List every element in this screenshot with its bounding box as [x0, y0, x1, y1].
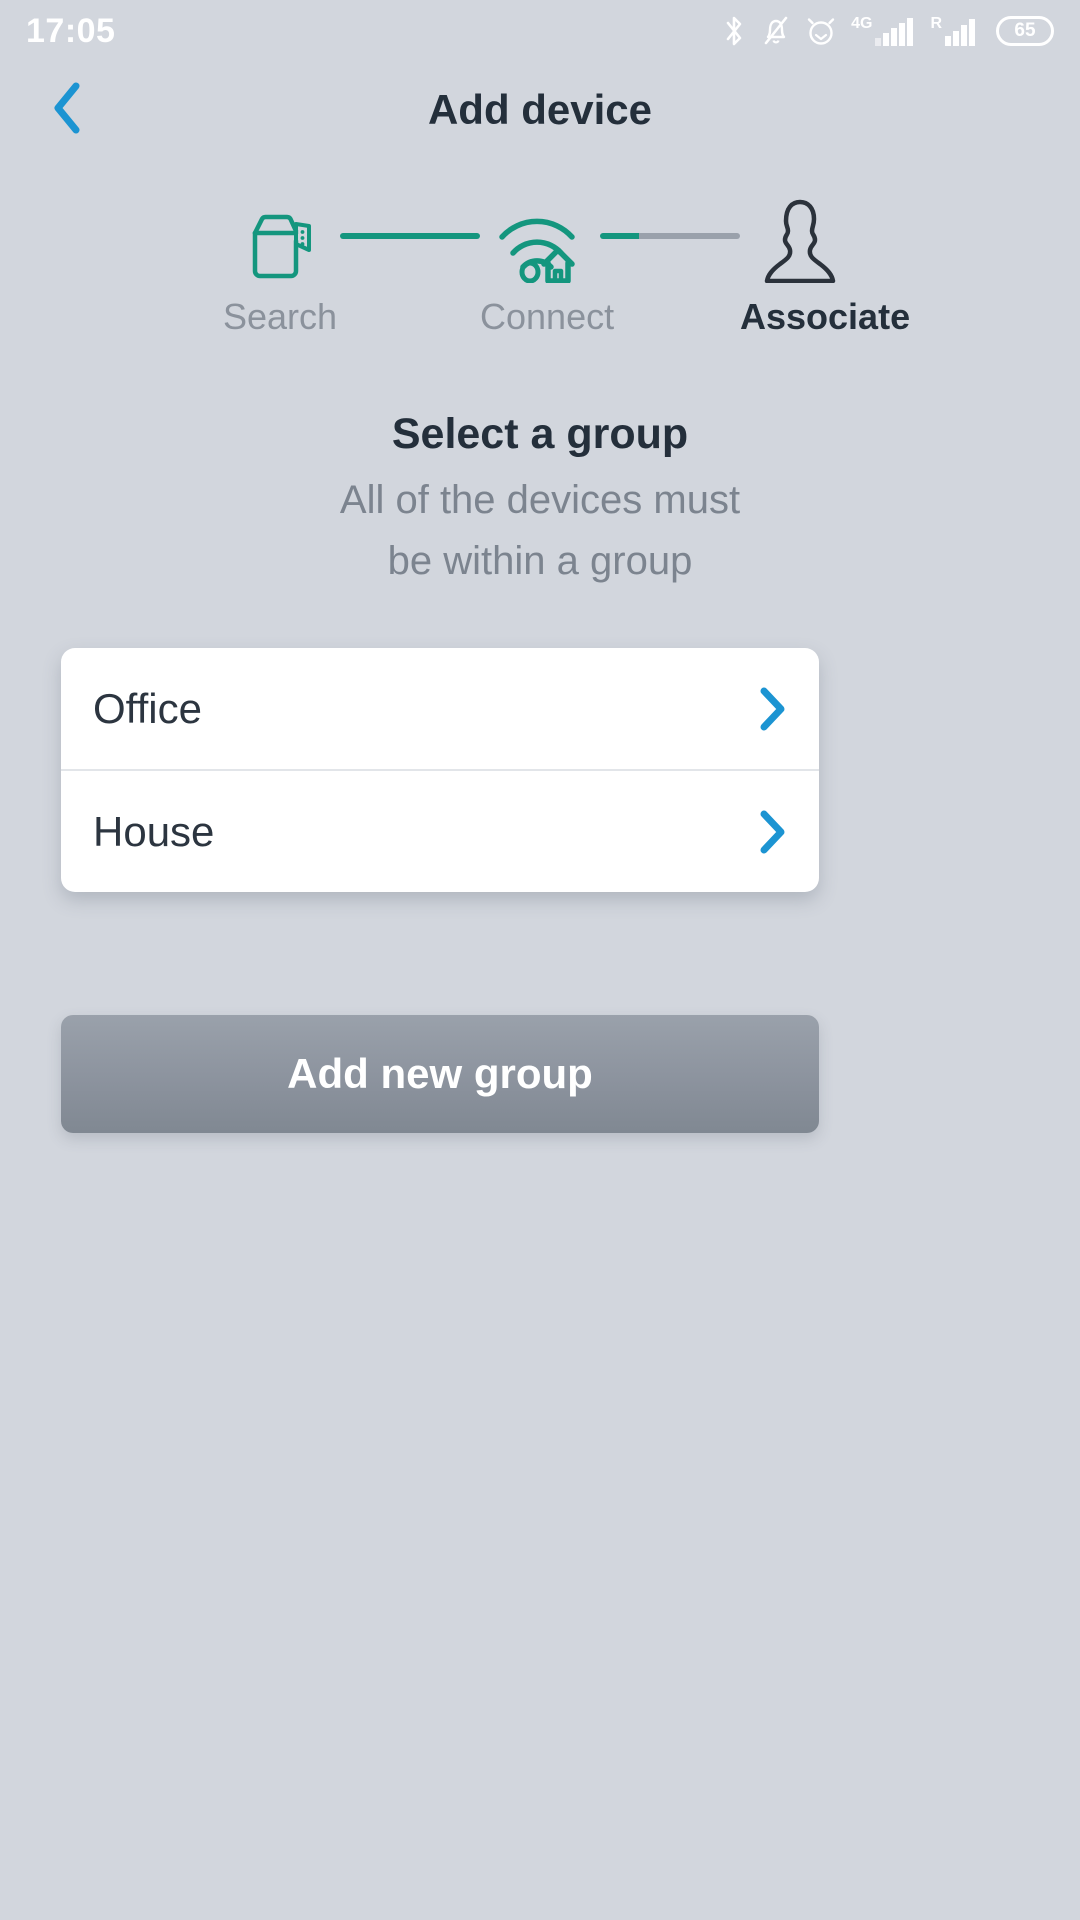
status-bar: 17:05 4G R 65: [0, 0, 1080, 62]
stepper-step-search: [220, 190, 340, 288]
person-icon: [758, 193, 842, 288]
roaming-label: R: [930, 15, 942, 32]
stepper-step-associate: [740, 190, 860, 288]
connector-pending-segment: [639, 233, 740, 239]
package-box-icon: [241, 203, 319, 288]
connector-done-segment: [600, 233, 640, 239]
group-list-card: Office House: [61, 648, 819, 892]
section-subtitle-line-2: be within a group: [387, 538, 693, 583]
stepper-icons-row: [0, 190, 1080, 288]
stepper-label-associate: Associate: [740, 296, 911, 337]
app-header: Add device: [0, 70, 1080, 150]
stepper-labels-row: Search Connect Associate: [0, 292, 1080, 342]
status-bar-clock: 17:05: [26, 12, 116, 50]
add-new-group-button[interactable]: Add new group: [61, 1015, 819, 1133]
group-name-label: Office: [93, 684, 202, 732]
wifi-home-icon: [492, 197, 588, 288]
battery-icon: 65: [996, 16, 1054, 46]
group-list-item-office[interactable]: Office: [61, 648, 819, 769]
connector-partial-bar: [600, 233, 740, 239]
chevron-right-icon[interactable]: [755, 808, 789, 856]
section-title: Select a group: [391, 410, 689, 458]
stepper-connector-2: [600, 233, 740, 239]
stepper-label-search: Search: [222, 296, 338, 337]
progress-stepper: Search Connect Associate: [0, 190, 1080, 340]
page-title: Add device: [427, 86, 653, 133]
section-subtitle-line-1: All of the devices must: [339, 478, 741, 522]
connector-complete-bar: [340, 233, 480, 239]
stepper-connector-1: [340, 233, 480, 239]
alarm-clock-icon: [805, 14, 837, 48]
group-list-item-house[interactable]: House: [61, 771, 819, 892]
chevron-right-icon[interactable]: [755, 685, 789, 733]
bluetooth-icon: [721, 14, 747, 48]
group-name-label: House: [93, 807, 215, 855]
network-type-label: 4G: [851, 15, 873, 32]
status-bar-icons: 4G R 65: [721, 14, 1054, 48]
signal-4g-icon: 4G: [851, 14, 916, 48]
section-subtitle: All of the devices must be within a grou…: [0, 470, 1080, 592]
app-screen: 17:05 4G R 65 Add device Search Connect …: [0, 0, 1080, 1920]
stepper-label-connect: Connect: [480, 296, 615, 337]
stepper-step-connect: [480, 190, 600, 288]
bell-muted-icon: [761, 14, 791, 48]
signal-roaming-icon: R: [930, 14, 982, 48]
battery-level-label: 65: [1014, 20, 1036, 41]
